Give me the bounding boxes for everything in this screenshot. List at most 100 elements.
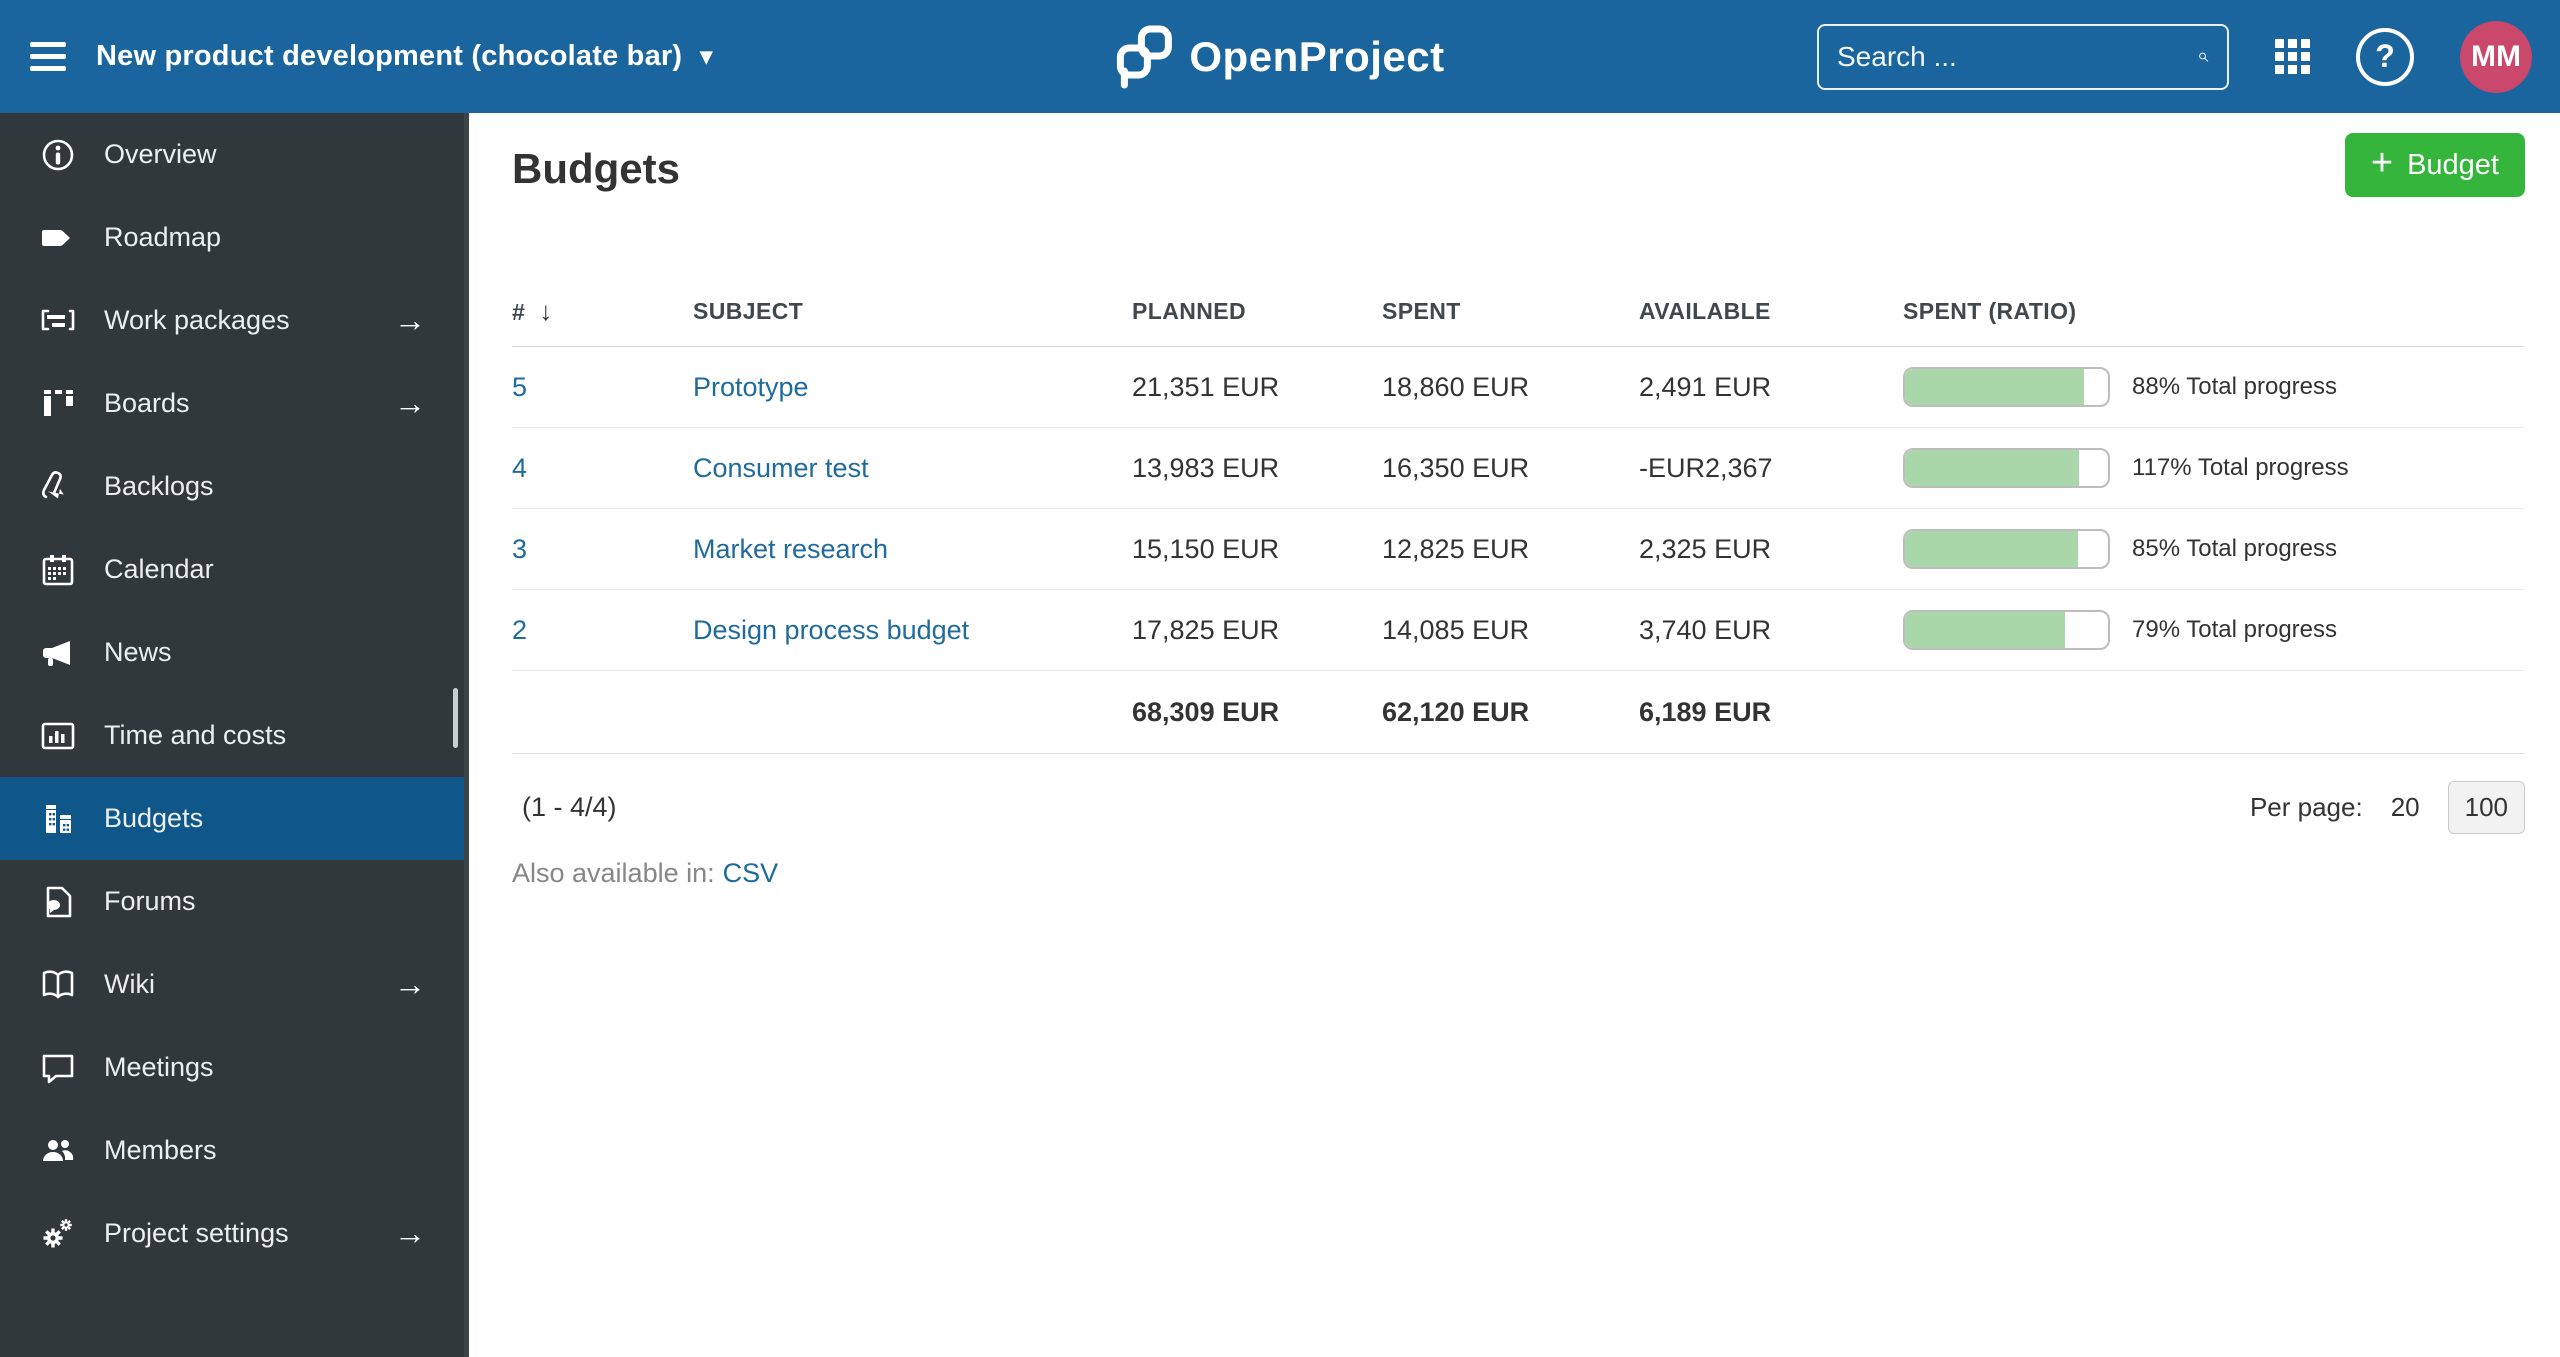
sidebar-item-label: Project settings bbox=[104, 1218, 289, 1248]
modules-grid-icon[interactable] bbox=[2275, 39, 2310, 74]
sidebar-item-label: Boards bbox=[104, 388, 190, 418]
budget-id-link[interactable]: 3 bbox=[512, 534, 527, 564]
sidebar-item-label: Roadmap bbox=[104, 222, 222, 252]
sidebar-item-meetings[interactable]: Meetings bbox=[0, 1026, 464, 1109]
progress-bar-fill bbox=[1905, 369, 2084, 405]
sidebar-scrollbar[interactable] bbox=[453, 688, 458, 748]
main-content: Budgets + Budget # ↓ SUBJECT PLANNED SPEN… bbox=[474, 113, 2560, 1357]
budget-subject-link[interactable]: Market research bbox=[693, 534, 888, 564]
logo-text: OpenProject bbox=[1189, 32, 1445, 80]
header-tools: ? MM bbox=[1817, 0, 2532, 113]
per-page-option-20[interactable]: 20 bbox=[2391, 792, 2420, 823]
budget-id-link[interactable]: 2 bbox=[512, 615, 527, 645]
table-row: 3 Market research 15,150 EUR 12,825 EUR … bbox=[512, 509, 2524, 590]
sidebar-item-members[interactable]: Members bbox=[0, 1109, 464, 1192]
progress-bar bbox=[1903, 448, 2110, 488]
per-page-option-100[interactable]: 100 bbox=[2447, 780, 2525, 834]
arrow-right-icon[interactable]: → bbox=[384, 1215, 426, 1252]
arrow-right-icon[interactable]: → bbox=[384, 966, 426, 1003]
progress-bar-fill bbox=[1905, 612, 2066, 648]
add-budget-button[interactable]: + Budget bbox=[2344, 133, 2525, 197]
sidebar: Overview Roadmap Work packages → Boards … bbox=[0, 113, 469, 1357]
gears-icon bbox=[38, 1214, 78, 1254]
planned-value: 17,825 EUR bbox=[1132, 614, 1280, 645]
arrow-right-icon[interactable]: → bbox=[384, 302, 426, 339]
progress-bar-fill bbox=[1905, 531, 2078, 567]
search-icon[interactable] bbox=[2198, 40, 2209, 74]
sidebar-item-forums[interactable]: Forums bbox=[0, 860, 464, 943]
sidebar-item-label: Calendar bbox=[104, 554, 214, 584]
total-available: 6,189 EUR bbox=[1639, 696, 1772, 727]
progress-bar bbox=[1903, 610, 2110, 650]
sidebar-item-budgets[interactable]: Budgets bbox=[0, 777, 464, 860]
available-value: 2,491 EUR bbox=[1639, 371, 1772, 402]
sidebar-item-overview[interactable]: Overview bbox=[0, 113, 464, 196]
sidebar-item-project-settings[interactable]: Project settings → bbox=[0, 1192, 464, 1275]
progress-label: 85% Total progress bbox=[2132, 535, 2338, 562]
planned-value: 13,983 EUR bbox=[1132, 452, 1280, 483]
search-box[interactable] bbox=[1817, 23, 2229, 90]
sidebar-item-work-packages[interactable]: Work packages → bbox=[0, 279, 464, 362]
sidebar-item-wiki[interactable]: Wiki → bbox=[0, 943, 464, 1026]
bubble-icon bbox=[38, 1048, 78, 1088]
export-prefix: Also available in: bbox=[512, 858, 715, 888]
csv-export-link[interactable]: CSV bbox=[723, 858, 779, 888]
budget-id-link[interactable]: 5 bbox=[512, 372, 527, 402]
sidebar-item-label: Wiki bbox=[104, 969, 155, 999]
sidebar-item-label: News bbox=[104, 637, 172, 667]
budget-subject-link[interactable]: Consumer test bbox=[693, 453, 869, 483]
project-selector[interactable]: New product development (chocolate bar) … bbox=[96, 40, 713, 73]
column-header-planned[interactable]: PLANNED bbox=[1132, 298, 1382, 325]
column-header-available[interactable]: AVAILABLE bbox=[1639, 298, 1903, 325]
sidebar-item-calendar[interactable]: Calendar bbox=[0, 528, 464, 611]
sort-desc-icon[interactable]: ↓ bbox=[539, 296, 552, 326]
progress-label: 88% Total progress bbox=[2132, 373, 2338, 400]
budget-id-link[interactable]: 4 bbox=[512, 453, 527, 483]
budget-subject-link[interactable]: Prototype bbox=[693, 372, 809, 402]
avatar[interactable]: MM bbox=[2460, 20, 2532, 93]
calendar-icon bbox=[38, 550, 78, 590]
sidebar-item-news[interactable]: News bbox=[0, 611, 464, 694]
page-title: Budgets bbox=[512, 145, 680, 192]
progress-bar bbox=[1903, 367, 2110, 407]
sidebar-item-time-and-costs[interactable]: Time and costs bbox=[0, 694, 464, 777]
sidebar-item-label: Meetings bbox=[104, 1052, 214, 1082]
forum-icon bbox=[38, 882, 78, 922]
sidebar-item-roadmap[interactable]: Roadmap bbox=[0, 196, 464, 279]
column-header-subject[interactable]: SUBJECT bbox=[693, 298, 1132, 325]
pagination-bar: (1 - 4/4) Per page: 20 100 bbox=[512, 777, 2525, 837]
chevron-down-icon: ▾ bbox=[700, 43, 713, 70]
budgets-table: # ↓ SUBJECT PLANNED SPENT AVAILABLE SPENT… bbox=[512, 277, 2524, 754]
budget-subject-link[interactable]: Design process budget bbox=[693, 615, 969, 645]
progress-bar-fill bbox=[1905, 450, 2079, 486]
per-page-label: Per page: bbox=[2249, 791, 2363, 822]
search-input[interactable] bbox=[1837, 40, 2198, 73]
info-icon bbox=[38, 135, 78, 175]
spent-value: 14,085 EUR bbox=[1382, 614, 1530, 645]
available-value: 2,325 EUR bbox=[1639, 533, 1772, 564]
top-header-bar: New product development (chocolate bar) … bbox=[0, 0, 2560, 113]
help-icon[interactable]: ? bbox=[2356, 27, 2414, 86]
spent-value: 18,860 EUR bbox=[1382, 371, 1530, 402]
hamburger-menu-icon[interactable] bbox=[8, 0, 88, 113]
openproject-logo[interactable]: OpenProject bbox=[1115, 0, 1444, 113]
total-planned: 68,309 EUR bbox=[1132, 696, 1280, 727]
arrow-right-icon[interactable]: → bbox=[384, 385, 426, 422]
sidebar-item-boards[interactable]: Boards → bbox=[0, 362, 464, 445]
spent-value: 12,825 EUR bbox=[1382, 533, 1530, 564]
export-bar: Also available in: CSV bbox=[512, 858, 778, 889]
table-row: 5 Prototype 21,351 EUR 18,860 EUR 2,491 … bbox=[512, 347, 2524, 428]
people-icon bbox=[38, 1131, 78, 1171]
column-header-spent[interactable]: SPENT bbox=[1382, 298, 1639, 325]
project-name: New product development (chocolate bar) bbox=[96, 40, 683, 72]
sidebar-item-label: Members bbox=[104, 1135, 217, 1165]
column-header-id[interactable]: # ↓ bbox=[512, 296, 693, 327]
kanban-icon bbox=[38, 384, 78, 424]
megaphone-icon bbox=[38, 633, 78, 673]
sidebar-item-backlogs[interactable]: Backlogs bbox=[0, 445, 464, 528]
table-header-row: # ↓ SUBJECT PLANNED SPENT AVAILABLE SPENT… bbox=[512, 277, 2524, 347]
column-header-spent-ratio[interactable]: SPENT (RATIO) bbox=[1903, 298, 2524, 325]
table-row: 4 Consumer test 13,983 EUR 16,350 EUR -E… bbox=[512, 428, 2524, 509]
book-icon bbox=[38, 965, 78, 1005]
tag-icon bbox=[38, 218, 78, 258]
